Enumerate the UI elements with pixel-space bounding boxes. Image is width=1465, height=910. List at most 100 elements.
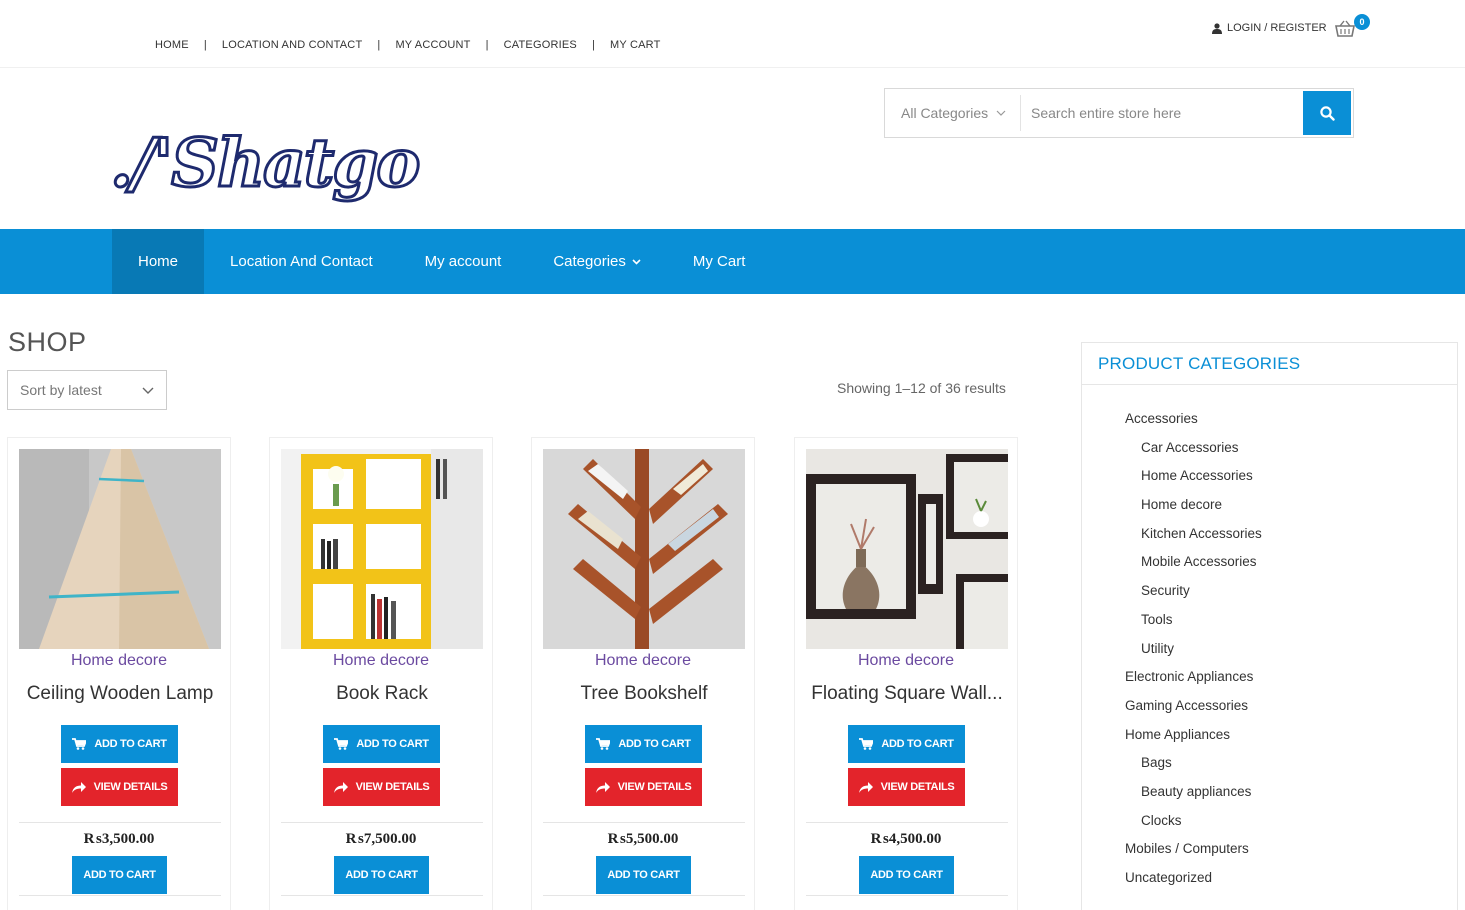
main-nav-home[interactable]: Home xyxy=(112,229,205,294)
share-arrow-icon xyxy=(333,781,348,793)
top-bar: HOME | LOCATION AND CONTACT | MY ACCOUNT… xyxy=(0,0,1465,68)
top-nav-my-cart[interactable]: MY CART xyxy=(610,39,661,51)
chevron-down-icon xyxy=(632,258,641,265)
divider xyxy=(543,822,745,823)
category-item[interactable]: Home decore xyxy=(1125,491,1262,520)
mini-cart[interactable]: 0 xyxy=(1335,14,1370,40)
product-image[interactable] xyxy=(543,449,745,649)
view-details-label: VIEW DETAILS xyxy=(355,781,430,793)
view-details-button[interactable]: VIEW DETAILS xyxy=(61,768,178,806)
sort-select[interactable]: Sort by latest xyxy=(7,370,167,410)
category-item[interactable]: Kitchen Accessories xyxy=(1125,520,1262,549)
add-to-cart-label: ADD TO CART xyxy=(870,869,943,881)
product-card: Home decore Floating Square Wall... ADD … xyxy=(794,437,1018,910)
view-details-label: VIEW DETAILS xyxy=(617,781,692,793)
category-item[interactable]: Tools xyxy=(1125,606,1262,635)
sort-select-value: Sort by latest xyxy=(20,382,102,398)
search-input[interactable] xyxy=(1021,89,1301,137)
category-item[interactable]: Clocks xyxy=(1125,807,1262,836)
main-nav-home-label: Home xyxy=(138,253,179,270)
category-item[interactable]: Security xyxy=(1125,577,1262,606)
login-register-link[interactable]: LOGIN / REGISTER xyxy=(1212,22,1327,34)
category-item[interactable]: Uncategorized xyxy=(1125,864,1262,893)
product-image[interactable] xyxy=(19,449,221,649)
add-to-cart-label: ADD TO CART xyxy=(607,869,680,881)
product-image[interactable] xyxy=(281,449,483,649)
category-item[interactable]: Home Accessories xyxy=(1125,462,1262,491)
divider xyxy=(19,895,221,896)
category-item[interactable]: Mobile Accessories xyxy=(1125,548,1262,577)
add-to-cart-button[interactable]: ADD TO CART xyxy=(323,725,440,763)
add-to-cart-button[interactable]: ADD TO CART xyxy=(585,725,702,763)
chevron-down-icon xyxy=(996,110,1006,116)
top-nav-home[interactable]: HOME xyxy=(155,39,189,51)
main-nav-my-account-label: My account xyxy=(424,253,502,270)
main-nav: Home Location And Contact My account Cat… xyxy=(0,229,1465,294)
category-item[interactable]: Utility xyxy=(1125,635,1262,664)
category-item[interactable]: Beauty appliances xyxy=(1125,778,1262,807)
add-to-cart-button-secondary[interactable]: ADD TO CART xyxy=(859,856,954,894)
category-item[interactable]: Gaming Accessories xyxy=(1125,692,1262,721)
svg-text:./'Shatgo: ./'Shatgo xyxy=(110,124,418,202)
site-logo[interactable]: ./'Shatgo xyxy=(108,118,433,208)
add-to-cart-button[interactable]: ADD TO CART xyxy=(61,725,178,763)
category-item[interactable]: Car Accessories xyxy=(1125,434,1262,463)
category-item[interactable]: Electronic Appliances xyxy=(1125,663,1262,692)
divider xyxy=(19,822,221,823)
category-item[interactable]: Bags xyxy=(1125,749,1262,778)
product-price: ₨3,500.00 xyxy=(83,831,155,847)
nav-separator: | xyxy=(485,39,489,51)
login-register-label: LOGIN / REGISTER xyxy=(1227,22,1327,34)
add-to-cart-button[interactable]: ADD TO CART xyxy=(848,725,965,763)
top-nav: HOME | LOCATION AND CONTACT | MY ACCOUNT… xyxy=(155,39,661,51)
product-category-link[interactable]: Home decore xyxy=(270,652,492,670)
product-image[interactable] xyxy=(806,449,1008,649)
product-name[interactable]: Floating Square Wall... xyxy=(799,683,1015,705)
search-button[interactable] xyxy=(1303,91,1351,135)
view-details-label: VIEW DETAILS xyxy=(880,781,955,793)
product-name[interactable]: Book Rack xyxy=(274,683,490,705)
product-price: ₨4,500.00 xyxy=(870,831,942,847)
product-name[interactable]: Ceiling Wooden Lamp xyxy=(12,683,228,705)
product-category-link[interactable]: Home decore xyxy=(8,652,230,670)
divider xyxy=(281,822,483,823)
view-details-button[interactable]: VIEW DETAILS xyxy=(585,768,702,806)
add-to-cart-button-secondary[interactable]: ADD TO CART xyxy=(596,856,691,894)
divider xyxy=(806,822,1008,823)
product-category-link[interactable]: Home decore xyxy=(795,652,1017,670)
chevron-down-icon xyxy=(142,387,154,394)
main-nav-location[interactable]: Location And Contact xyxy=(204,229,399,294)
nav-separator: | xyxy=(203,39,207,51)
cart-icon xyxy=(72,738,87,750)
cart-count-badge: 0 xyxy=(1354,14,1370,30)
category-item[interactable]: Accessories xyxy=(1125,405,1262,434)
main-nav-my-account[interactable]: My account xyxy=(399,229,528,294)
share-arrow-icon xyxy=(858,781,873,793)
product-price: ₨5,500.00 xyxy=(607,831,679,847)
main-nav-my-cart-label: My Cart xyxy=(692,253,746,270)
product-name[interactable]: Tree Bookshelf xyxy=(536,683,752,705)
category-item[interactable]: Home Appliances xyxy=(1125,721,1262,750)
search-bar: All Categories xyxy=(884,88,1354,138)
add-to-cart-button-secondary[interactable]: ADD TO CART xyxy=(334,856,429,894)
cart-icon xyxy=(596,738,611,750)
user-icon xyxy=(1212,22,1222,34)
nav-separator: | xyxy=(377,39,381,51)
product-card: Home decore Ceiling Wooden Lamp ADD TO C… xyxy=(7,437,231,910)
product-price: ₨7,500.00 xyxy=(345,831,417,847)
view-details-button[interactable]: VIEW DETAILS xyxy=(848,768,965,806)
page-title: SHOP xyxy=(8,327,87,357)
top-nav-my-account[interactable]: MY ACCOUNT xyxy=(395,39,470,51)
add-to-cart-button-secondary[interactable]: ADD TO CART xyxy=(72,856,167,894)
main-nav-my-cart[interactable]: My Cart xyxy=(667,229,772,294)
top-nav-location[interactable]: LOCATION AND CONTACT xyxy=(222,39,363,51)
cart-icon xyxy=(859,738,874,750)
category-select[interactable]: All Categories xyxy=(885,95,1021,131)
category-item[interactable]: Mobiles / Computers xyxy=(1125,835,1262,864)
top-nav-categories[interactable]: CATEGORIES xyxy=(504,39,577,51)
main-nav-categories[interactable]: Categories xyxy=(527,229,667,294)
product-category-link[interactable]: Home decore xyxy=(532,652,754,670)
view-details-button[interactable]: VIEW DETAILS xyxy=(323,768,440,806)
add-to-cart-label: ADD TO CART xyxy=(345,869,418,881)
view-details-label: VIEW DETAILS xyxy=(93,781,168,793)
